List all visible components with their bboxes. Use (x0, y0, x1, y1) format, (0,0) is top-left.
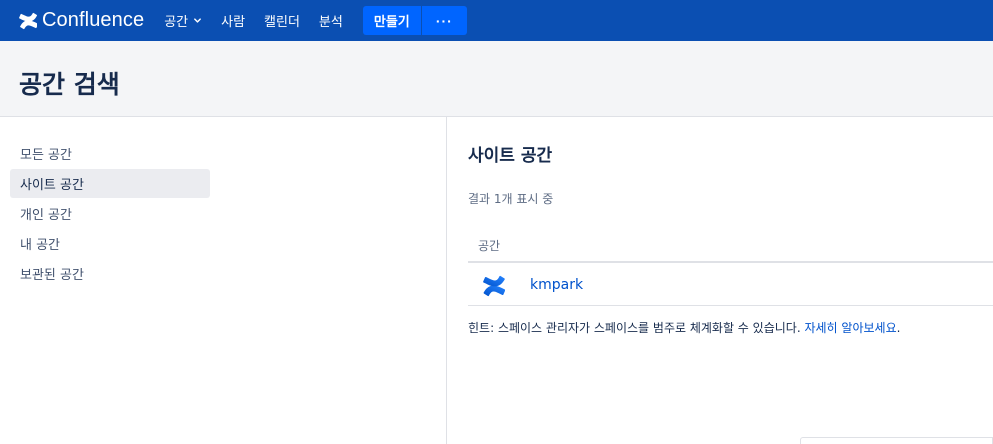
sidebar-item-personal-spaces[interactable]: 개인 공간 (10, 199, 210, 228)
page-header: 공간 검색 (0, 41, 993, 117)
nav-people-label: 사람 (221, 15, 246, 30)
hint-period: . (896, 321, 901, 335)
create-button[interactable]: 만들기 (362, 6, 421, 35)
table-header: 공간 (468, 227, 993, 263)
table-row: kmpark (468, 264, 993, 306)
floating-panel-edge (800, 437, 993, 444)
space-filter-sidebar: 모든 공간 사이트 공간 개인 공간 내 공간 보관된 공간 (0, 117, 447, 444)
confluence-logo-icon (19, 12, 37, 29)
hint-message: 힌트: 스페이스 관리자가 스페이스를 범주로 체계화할 수 있습니다. (468, 321, 805, 335)
sidebar-item-archived-spaces[interactable]: 보관된 공간 (10, 259, 210, 288)
chevron-down-icon (194, 18, 202, 23)
nav-calendars-label: 캘린더 (264, 15, 300, 30)
space-logo-icon (483, 275, 505, 297)
learn-more-link[interactable]: 자세히 알아보세요 (804, 321, 896, 335)
nav-analytics-label: 분석 (318, 15, 343, 30)
main-content: 사이트 공간 결과 1개 표시 중 공간 kmpark 힌트: 스페이스 관리자… (448, 117, 993, 444)
section-title: 사이트 공간 (468, 146, 553, 166)
nav-spaces-label: 공간 (164, 15, 189, 30)
hint-text: 힌트: 스페이스 관리자가 스페이스를 범주로 체계화할 수 있습니다. 자세히… (468, 319, 900, 336)
sidebar-item-my-spaces[interactable]: 내 공간 (10, 229, 210, 258)
sidebar-item-label: 보관된 공간 (20, 268, 84, 283)
sidebar-item-all-spaces[interactable]: 모든 공간 (10, 139, 210, 168)
more-options-button[interactable]: ··· (421, 6, 467, 35)
nav-analytics[interactable]: 분석 (319, 0, 343, 41)
top-navigation: Confluence 공간 사람 캘린더 분석 만들기 ··· (0, 0, 993, 41)
column-header-space: 공간 (478, 239, 501, 253)
app-name: Confluence (42, 9, 145, 31)
sidebar-item-label: 사이트 공간 (20, 178, 84, 193)
nav-people[interactable]: 사람 (221, 0, 245, 41)
sidebar-item-label: 모든 공간 (20, 148, 72, 163)
sidebar-item-label: 내 공간 (20, 238, 61, 253)
page-title: 공간 검색 (19, 70, 120, 99)
nav-spaces[interactable]: 공간 (164, 0, 202, 41)
result-count: 결과 1개 표시 중 (468, 192, 554, 206)
sidebar-item-site-spaces[interactable]: 사이트 공간 (10, 169, 210, 198)
confluence-logo[interactable]: Confluence (19, 0, 144, 41)
nav-calendars[interactable]: 캘린더 (264, 0, 300, 41)
sidebar-item-label: 개인 공간 (20, 208, 72, 223)
space-link-kmpark[interactable]: kmpark (530, 277, 583, 293)
